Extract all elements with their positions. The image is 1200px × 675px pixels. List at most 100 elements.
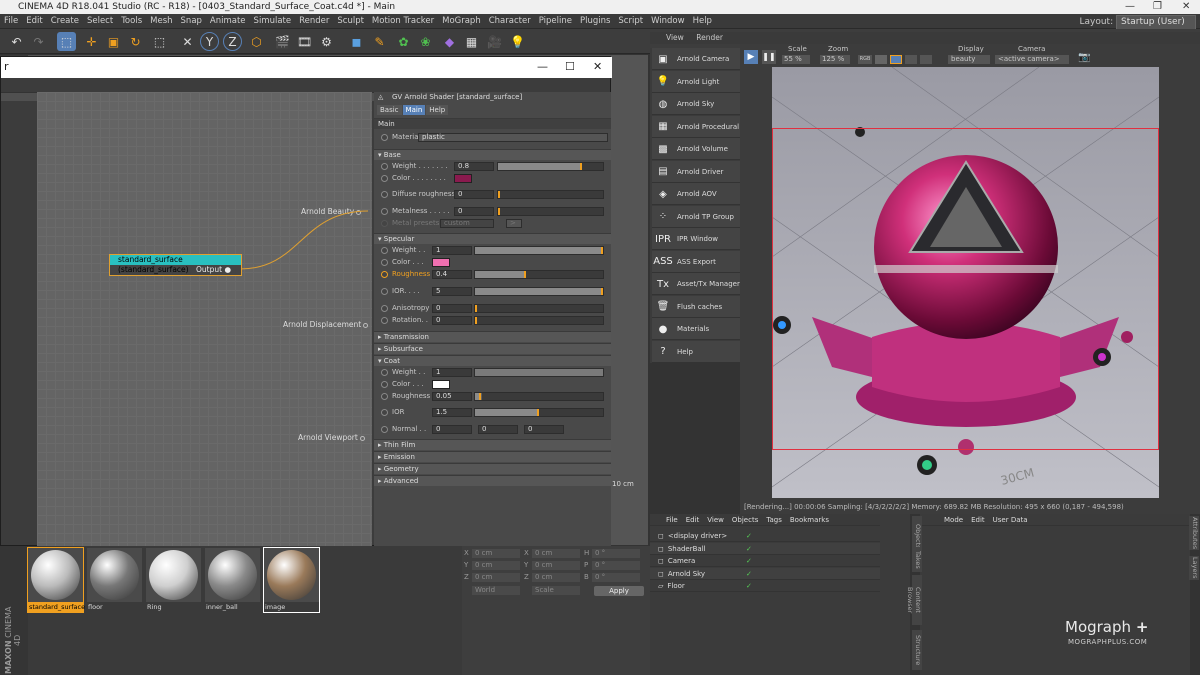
om-menu-tags[interactable]: Tags xyxy=(766,516,782,524)
arnold-menu-ipr-window[interactable]: IPR IPR Window xyxy=(652,228,740,250)
render-settings-icon[interactable]: ⚙ xyxy=(317,32,336,51)
deformer-icon[interactable]: ◆ xyxy=(440,32,459,51)
tab-takes[interactable]: Takes xyxy=(912,547,922,572)
menu-mograph[interactable]: MoGraph xyxy=(438,14,485,29)
arnold-menu-arnold-tp-group[interactable]: ⁘ Arnold TP Group xyxy=(652,205,740,228)
spec-weight-field[interactable]: 1 xyxy=(432,246,472,255)
tab-attributes[interactable]: Attributes xyxy=(1189,516,1199,550)
rotation-field[interactable]: 0 xyxy=(432,316,472,325)
render-view-icon[interactable]: 🎬 xyxy=(273,32,292,51)
coord-field[interactable]: 0 cm xyxy=(532,549,580,558)
zoom-field[interactable]: 125 % xyxy=(820,55,850,64)
live-select-icon[interactable]: ⬚ xyxy=(57,32,76,51)
base-weight-field[interactable]: 0.8 xyxy=(454,162,494,171)
anisotropy-slider[interactable] xyxy=(474,304,604,313)
om-menu-objects[interactable]: Objects xyxy=(732,516,758,524)
menu-script[interactable]: Script xyxy=(614,14,647,29)
coord-field[interactable]: 0 cm xyxy=(472,573,520,582)
menu-file[interactable]: File xyxy=(0,14,22,29)
coat-weight-slider[interactable] xyxy=(474,368,604,377)
pause-icon[interactable]: ❚❚ xyxy=(762,50,776,64)
base-color-swatch[interactable] xyxy=(454,174,472,183)
base-weight-slider[interactable] xyxy=(497,162,604,171)
recent-tools-icon[interactable]: ⬚ xyxy=(150,32,169,51)
coat-ior-slider[interactable] xyxy=(474,408,604,417)
arnold-menu-arnold-camera[interactable]: ▣ Arnold Camera xyxy=(652,48,740,70)
arnold-menu-arnold-aov[interactable]: ◈ Arnold AOV xyxy=(652,183,740,205)
attr-tab-help[interactable]: Help xyxy=(426,105,449,115)
region-toggle-icon[interactable] xyxy=(875,55,887,64)
play-icon[interactable]: ▶ xyxy=(744,50,758,64)
crosshair-toggle-icon[interactable] xyxy=(920,55,932,64)
spec-ior-field[interactable]: 5 xyxy=(432,287,472,296)
layout-dropdown[interactable]: Startup (User) xyxy=(1116,15,1196,30)
tab-content-browser[interactable]: Content Browser xyxy=(906,575,922,625)
menu-plugins[interactable]: Plugins xyxy=(576,14,614,29)
menu-create[interactable]: Create xyxy=(47,14,83,29)
material-dropdown[interactable]: plastic xyxy=(418,133,608,142)
render-region-box[interactable] xyxy=(772,128,1159,450)
material-swatch[interactable]: Ring xyxy=(146,548,201,612)
coord-field[interactable]: 0 ° xyxy=(592,573,640,582)
visibility-check-icon[interactable]: ✓ xyxy=(746,555,752,567)
maximize-button[interactable]: ❐ xyxy=(1153,0,1162,14)
material-swatch[interactable]: image xyxy=(263,547,320,613)
coat-color-swatch[interactable] xyxy=(432,380,450,389)
pen-icon[interactable]: ✎ xyxy=(370,32,389,51)
attr-tab-main[interactable]: Main xyxy=(402,105,426,115)
crop-toggle-icon[interactable] xyxy=(890,55,902,64)
diffuse-roughness-field[interactable]: 0 xyxy=(454,190,494,199)
attr-tab-basic[interactable]: Basic xyxy=(377,105,402,115)
anisotropy-field[interactable]: 0 xyxy=(432,304,472,313)
coat-normal-x-field[interactable]: 0 xyxy=(432,425,472,434)
coat-weight-field[interactable]: 1 xyxy=(432,368,472,377)
z-axis-icon[interactable]: Z xyxy=(223,32,242,51)
object-row[interactable]: ◻ Camera ✓ xyxy=(650,555,880,567)
coat-normal-y-field[interactable]: 0 xyxy=(478,425,518,434)
coat-ior-field[interactable]: 1.5 xyxy=(432,408,472,417)
arnold-menu-ass-export[interactable]: ASS ASS Export xyxy=(652,250,740,273)
coord-field[interactable]: 0 ° xyxy=(592,561,640,570)
menu-character[interactable]: Character xyxy=(485,14,535,29)
section-subsurface[interactable]: ▸ Subsurface xyxy=(374,343,611,354)
section-base[interactable]: ▾ Base xyxy=(374,149,611,160)
coord-field[interactable]: 0 cm xyxy=(532,573,580,582)
standard-surface-node[interactable]: standard_surface (standard_surface) Outp… xyxy=(109,254,242,276)
cloner-icon[interactable]: ❀ xyxy=(416,32,435,51)
om-menu-file[interactable]: File xyxy=(666,516,678,524)
spec-ior-slider[interactable] xyxy=(474,287,604,296)
section-geometry[interactable]: ▸ Geometry xyxy=(374,463,611,474)
section-advanced[interactable]: ▸ Advanced xyxy=(374,475,611,486)
material-swatch[interactable]: floor xyxy=(87,548,142,612)
menu-mesh[interactable]: Mesh xyxy=(146,14,176,29)
camera-dropdown[interactable]: <active camera> xyxy=(995,55,1069,64)
coat-roughness-field[interactable]: 0.05 xyxy=(432,392,472,401)
coord-scale-dropdown[interactable]: Scale xyxy=(532,586,580,595)
port-arnold-viewport[interactable]: Arnold Viewport xyxy=(298,433,365,442)
arnold-menu-arnold-procedural[interactable]: ▦ Arnold Procedural xyxy=(652,115,740,138)
rotate-icon[interactable]: ↻ xyxy=(126,32,145,51)
minimize-button[interactable]: — xyxy=(1125,0,1135,14)
metalness-slider[interactable] xyxy=(497,207,604,216)
coord-mode-dropdown[interactable]: World xyxy=(472,586,520,595)
menu-snap[interactable]: Snap xyxy=(177,14,206,29)
x-axis-icon[interactable]: ✕ xyxy=(178,32,197,51)
camera-icon[interactable]: 🎥 xyxy=(485,32,504,51)
coat-roughness-slider[interactable] xyxy=(474,392,604,401)
tab-layers[interactable]: Layers xyxy=(1189,556,1199,580)
menu-window[interactable]: Window xyxy=(647,14,689,29)
menu-pipeline[interactable]: Pipeline xyxy=(535,14,576,29)
spec-roughness-slider[interactable] xyxy=(474,270,604,279)
material-swatch[interactable]: standard_surface xyxy=(27,547,85,613)
rotation-slider[interactable] xyxy=(474,316,604,325)
menu-animate[interactable]: Animate xyxy=(206,14,250,29)
metal-presets-apply-button[interactable]: > xyxy=(506,219,522,228)
layout-selector[interactable]: Layout: Startup (User) xyxy=(1079,15,1196,30)
move-icon[interactable]: ✛ xyxy=(82,32,101,51)
rgb-toggle[interactable]: RGB xyxy=(858,55,872,64)
material-swatch[interactable]: inner_ball xyxy=(205,548,260,612)
arnold-menu-arnold-volume[interactable]: ▩ Arnold Volume xyxy=(652,138,740,160)
render-picture-viewer-icon[interactable]: 🎞 xyxy=(295,32,314,51)
ne-close-button[interactable]: ✕ xyxy=(593,60,602,73)
arnold-menu-flush-caches[interactable]: 🗑 Flush caches xyxy=(652,295,740,318)
